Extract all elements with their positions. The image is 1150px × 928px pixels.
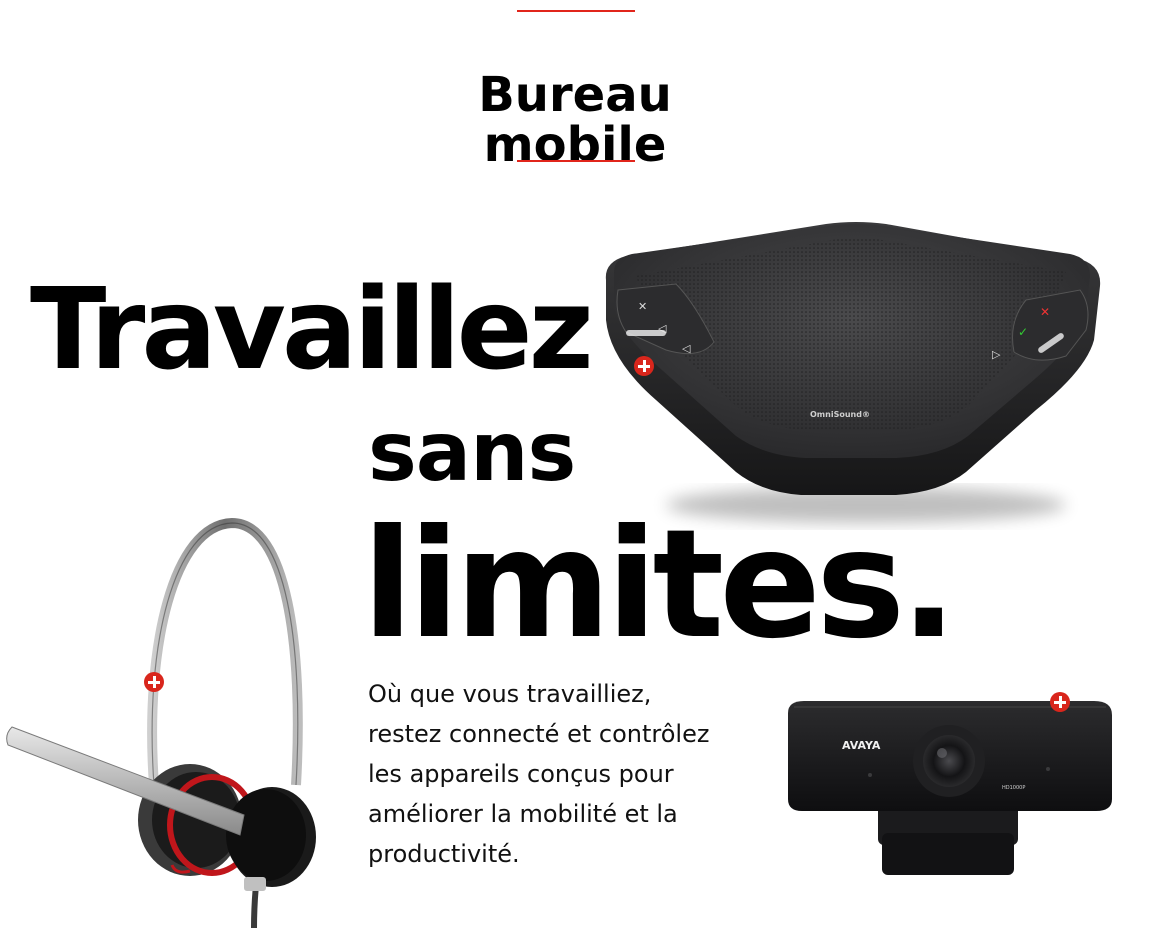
- headset-plus-icon[interactable]: [144, 672, 164, 692]
- svg-text:▷: ▷: [992, 348, 1001, 361]
- section-title-line-1: Bureau: [478, 66, 672, 123]
- svg-text:✓: ✓: [1018, 325, 1028, 339]
- webcam-image: AVAYA HD1000P: [788, 701, 1112, 875]
- section-title-line-2: mobile: [483, 116, 667, 173]
- intro-line-4: améliorer la mobilité et la: [368, 800, 678, 828]
- svg-text:◁: ◁: [682, 342, 691, 355]
- webcam-model-label: HD1000P: [1002, 785, 1025, 791]
- intro-line-3: les appareils conçus pour: [368, 760, 674, 788]
- title-divider-top: [517, 10, 635, 12]
- conference-speaker-image: ✕ ◁ ◁ ✕ ✓ ▷ OmniSound®: [605, 222, 1101, 523]
- webcam-brand-label: AVAYA: [842, 739, 881, 752]
- intro-line-5: productivité.: [368, 840, 520, 868]
- headline-line-2: sans: [368, 405, 576, 500]
- speaker-brand-label: OmniSound®: [810, 410, 870, 419]
- headline-line-1: Travaillez: [30, 265, 594, 395]
- intro-paragraph: Où que vous travailliez, restez connecté…: [368, 674, 768, 874]
- headset-image: [6, 517, 316, 928]
- section-title: Bureau mobile: [0, 70, 1150, 170]
- webcam-plus-icon[interactable]: [1050, 692, 1070, 712]
- svg-text:✕: ✕: [1040, 305, 1050, 319]
- speaker-plus-icon[interactable]: [634, 356, 654, 376]
- title-divider-bottom: [517, 160, 635, 162]
- svg-text:✕: ✕: [638, 300, 647, 313]
- headline-line-3: limites.: [362, 498, 957, 672]
- intro-line-1: Où que vous travailliez,: [368, 680, 652, 708]
- intro-line-2: restez connecté et contrôlez: [368, 720, 710, 748]
